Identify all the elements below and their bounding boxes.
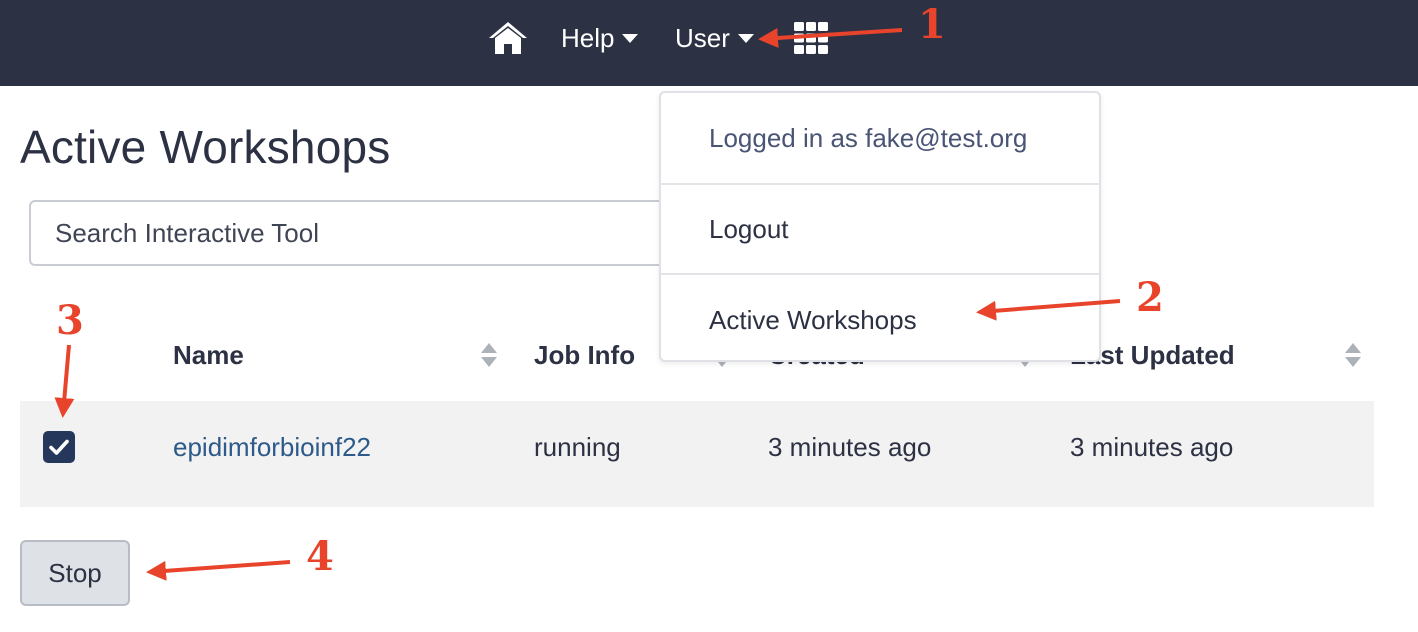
created-cell: 3 minutes ago [768, 432, 932, 462]
column-header-job-info[interactable]: Job Info [534, 338, 635, 372]
chevron-down-icon [622, 33, 639, 43]
user-menu-label: User [675, 23, 730, 53]
annotation-label: 3 [56, 297, 84, 344]
checkmark-icon [49, 439, 69, 455]
workshop-name-link[interactable]: epidimforbioinf22 [173, 430, 371, 464]
menu-item-logout[interactable]: Logout [661, 185, 1099, 273]
annotation-label: 2 [1136, 274, 1164, 321]
row-select-checkbox[interactable] [43, 431, 75, 463]
top-navbar: Help User [0, 0, 1418, 86]
logged-in-as-text: Logged in as fake@test.org [709, 123, 1028, 153]
user-menu[interactable]: User [675, 20, 754, 56]
sort-icon[interactable] [480, 341, 498, 369]
column-header-name[interactable]: Name [173, 338, 244, 372]
job-info-cell: running [534, 432, 621, 462]
menu-item-active-workshops[interactable]: Active Workshops [661, 275, 1099, 361]
home-icon[interactable] [487, 20, 529, 56]
grid-icon[interactable] [792, 20, 830, 56]
stop-button[interactable]: Stop [20, 540, 130, 606]
annotation-label: 4 [306, 533, 334, 580]
sort-icon[interactable] [1344, 341, 1362, 369]
search-input[interactable] [29, 200, 729, 266]
help-menu[interactable]: Help [561, 20, 639, 56]
last-updated-cell: 3 minutes ago [1070, 432, 1234, 462]
annotation-arrow [146, 560, 291, 581]
user-dropdown-menu: Logged in as fake@test.org Logout Active… [659, 91, 1101, 362]
help-menu-label: Help [561, 23, 615, 53]
chevron-down-icon [737, 33, 754, 43]
page-title: Active Workshops [20, 121, 391, 173]
